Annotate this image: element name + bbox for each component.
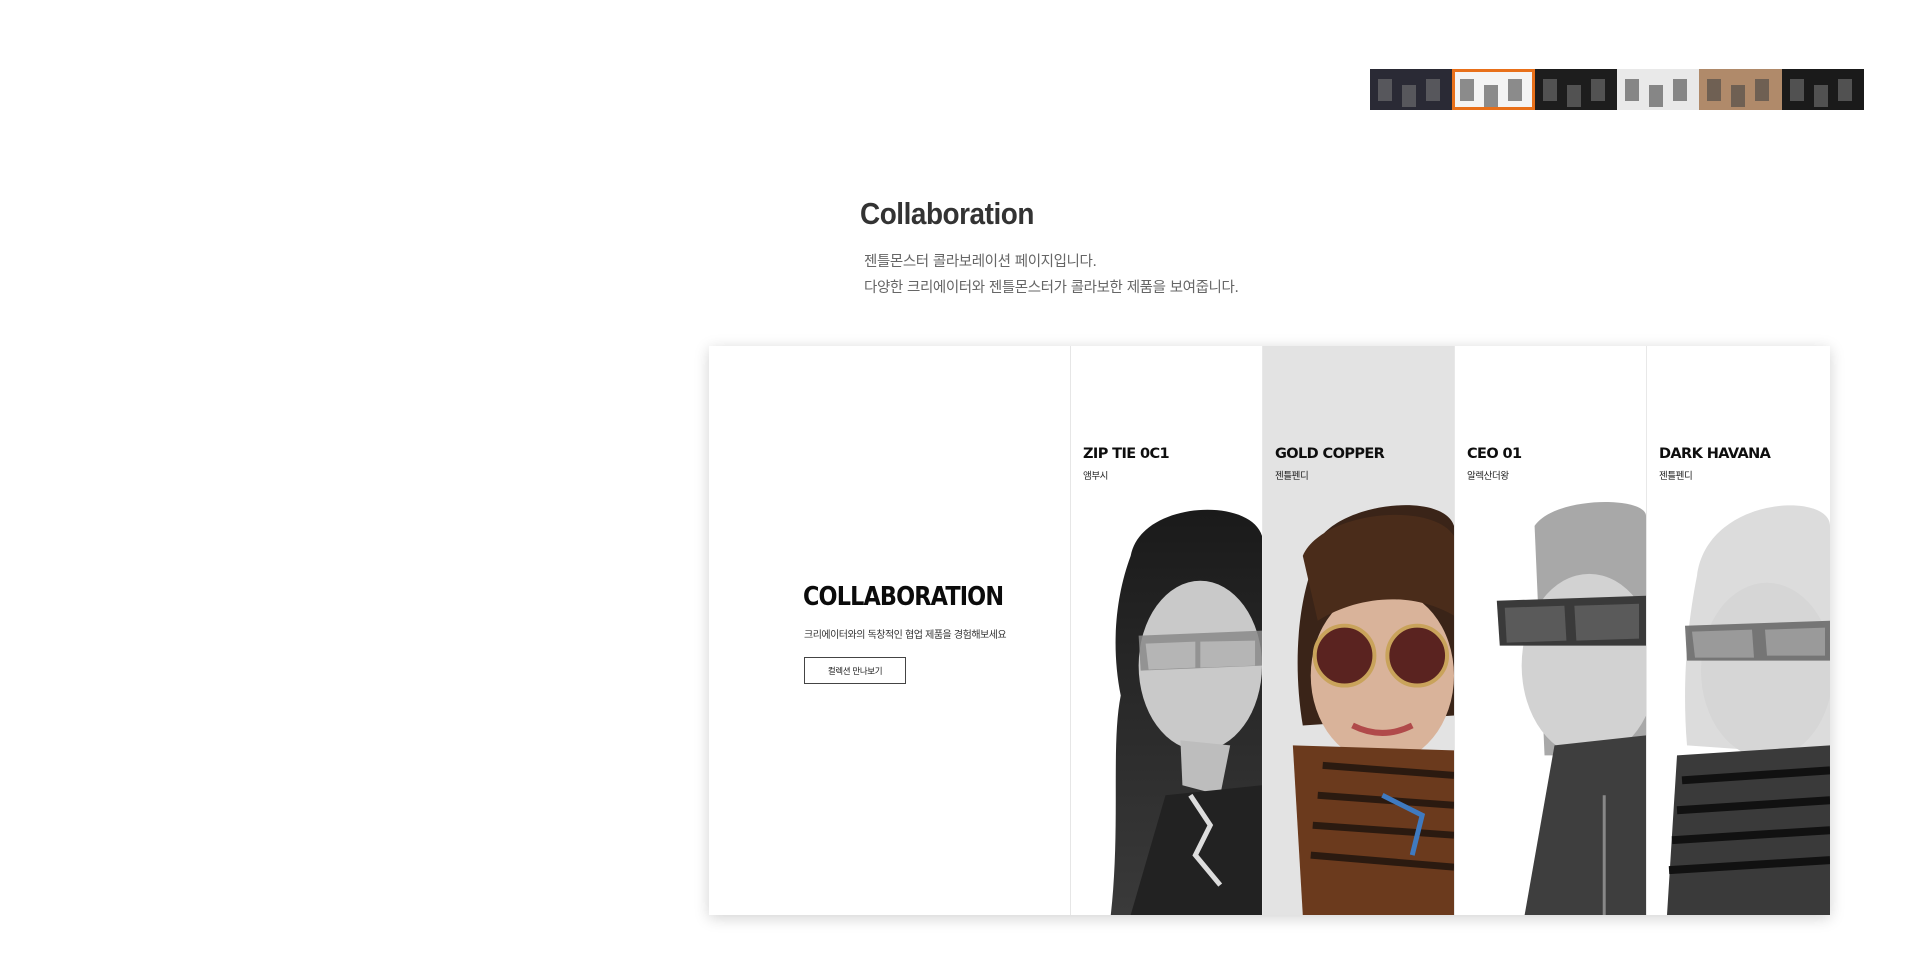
thumbnail-store[interactable] — [1781, 69, 1864, 110]
product-collaborator: 젠틀펜디 — [1659, 471, 1693, 482]
view-collection-button[interactable]: 컬렉션 만나보기 — [804, 657, 906, 684]
thumbnail-preview-block — [1566, 85, 1581, 107]
thumbnail-preview-block — [1624, 79, 1639, 101]
page-thumbnail-strip — [1370, 69, 1864, 110]
collaboration-page-mockup: COLLABORATION 크리에이터와의 독창적인 협업 제품을 경험해보세요… — [709, 346, 1830, 915]
thumbnail-preview-block — [1590, 79, 1605, 101]
section-description-line-2: 다양한 크리에이터와 젠틀몬스터가 콜라보한 제품을 보여줍니다. — [864, 280, 1239, 296]
section-description-line-1: 젠틀몬스터 콜라보레이션 페이지입니다. — [864, 254, 1097, 270]
intro-subtitle: 크리에이터와의 독창적인 협업 제품을 경험해보세요 — [804, 630, 1007, 641]
product-panel-gold-copper[interactable]: GOLD COPPER 젠틀펜디 — [1263, 346, 1455, 915]
thumbnail-preview-block — [1460, 79, 1475, 101]
product-name: GOLD COPPER — [1275, 446, 1385, 462]
thumbnail-preview-block — [1508, 79, 1523, 101]
thumbnail-preview-block — [1789, 79, 1804, 101]
thumbnail-preview-block — [1426, 79, 1440, 101]
thumbnail-collaboration[interactable] — [1452, 69, 1535, 110]
thumbnail-preview-block — [1731, 85, 1746, 107]
model-portrait-image — [1071, 496, 1262, 915]
product-name: CEO 01 — [1467, 446, 1522, 462]
thumbnail-preview-block — [1707, 79, 1722, 101]
product-collaborator: 알렉산더왕 — [1467, 471, 1509, 482]
thumbnail-preview-block — [1755, 79, 1770, 101]
model-portrait-image — [1263, 496, 1454, 915]
product-panel-ceo-01[interactable]: CEO 01 알렉산더왕 — [1455, 346, 1647, 915]
thumbnail-preview-block — [1813, 85, 1828, 107]
thumbnail-preview-block — [1672, 79, 1687, 101]
product-name: DARK HAVANA — [1659, 446, 1771, 462]
thumbnail-preview-block — [1837, 79, 1852, 101]
thumbnail-campaign[interactable] — [1699, 69, 1782, 110]
intro-panel: COLLABORATION 크리에이터와의 독창적인 협업 제품을 경험해보세요… — [709, 346, 1071, 915]
thumbnail-preview-block — [1484, 85, 1499, 107]
product-name: ZIP TIE 0C1 — [1083, 446, 1170, 462]
thumbnail-preview-block — [1542, 79, 1557, 101]
thumbnail-model[interactable] — [1534, 69, 1617, 110]
thumbnail-preview-block — [1378, 79, 1392, 101]
thumbnail-main[interactable] — [1370, 69, 1453, 110]
thumbnail-preview-block — [1402, 85, 1416, 107]
model-portrait-image — [1455, 496, 1646, 915]
section-title: Collaboration — [860, 196, 1034, 231]
product-panel-zip-tie[interactable]: ZIP TIE 0C1 앰부시 — [1071, 346, 1263, 915]
section-description: 젠틀몬스터 콜라보레이션 페이지입니다. 다양한 크리에이터와 젠틀몬스터가 콜… — [864, 249, 1239, 301]
model-portrait-image — [1647, 496, 1830, 915]
intro-title: COLLABORATION — [803, 582, 1004, 612]
product-panel-dark-havana[interactable]: DARK HAVANA 젠틀펜디 — [1647, 346, 1830, 915]
thumbnail-product[interactable] — [1616, 69, 1700, 110]
thumbnail-preview-block — [1648, 85, 1663, 107]
product-collaborator: 앰부시 — [1083, 471, 1109, 482]
product-collaborator: 젠틀펜디 — [1275, 471, 1309, 482]
